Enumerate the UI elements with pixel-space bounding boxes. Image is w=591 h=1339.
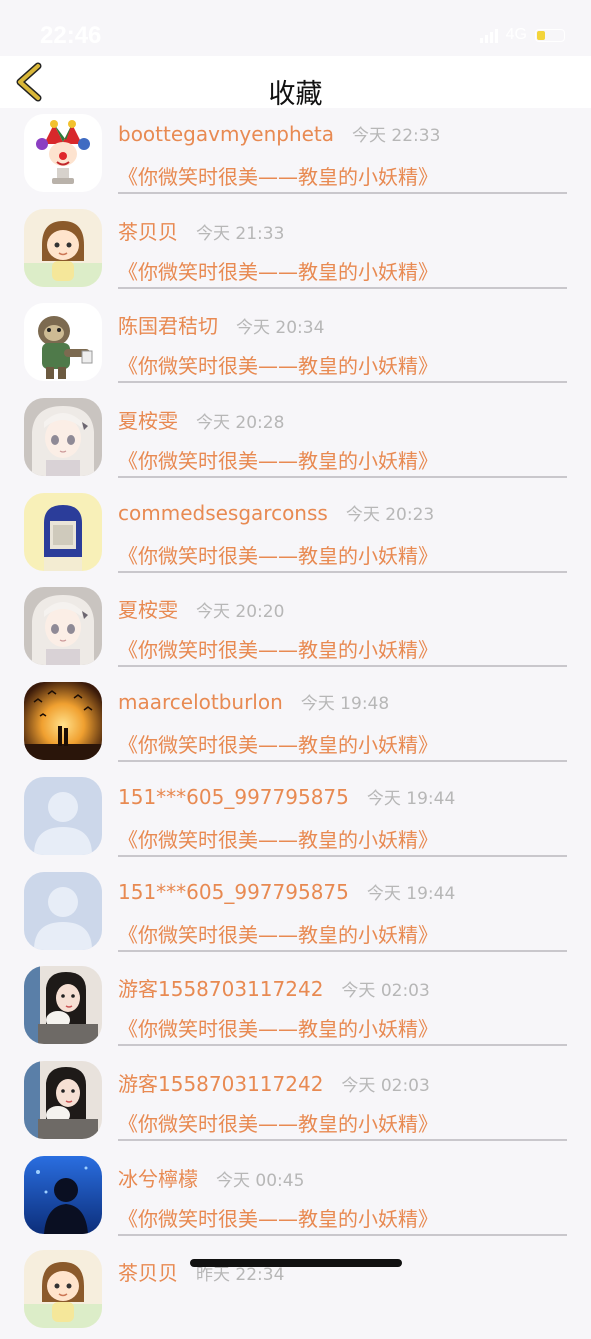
list-item[interactable]: 游客1558703117242 今天 02:03 《你微笑时很美——教皇的小妖精》 bbox=[0, 1055, 591, 1150]
avatar[interactable] bbox=[24, 966, 102, 1045]
timestamp: 今天 19:44 bbox=[366, 788, 456, 809]
item-header: 夏桉雯 今天 20:28 bbox=[118, 405, 284, 434]
username[interactable]: 151***605_997795875 bbox=[118, 880, 349, 904]
avatar[interactable] bbox=[24, 871, 102, 950]
signal-icon bbox=[479, 27, 498, 43]
list-item[interactable]: maarcelotburlon 今天 19:48 《你微笑时很美——教皇的小妖精》 bbox=[0, 676, 591, 771]
username[interactable]: 游客1558703117242 bbox=[118, 973, 323, 1002]
avatar[interactable] bbox=[24, 776, 102, 855]
list-item[interactable]: 茶贝贝 今天 21:33 《你微笑时很美——教皇的小妖精》 bbox=[0, 203, 591, 298]
work-title-link[interactable]: 《你微笑时很美——教皇的小妖精》 bbox=[118, 350, 438, 379]
divider bbox=[118, 665, 567, 668]
list-item[interactable]: 夏桉雯 今天 20:28 《你微笑时很美——教皇的小妖精》 bbox=[0, 392, 591, 487]
home-indicator[interactable] bbox=[190, 1259, 402, 1267]
username[interactable]: 茶贝贝 bbox=[118, 216, 178, 245]
timestamp: 今天 21:33 bbox=[196, 223, 285, 244]
timestamp: 今天 22:33 bbox=[352, 126, 441, 146]
network-label: 4G bbox=[505, 26, 527, 43]
avatar[interactable] bbox=[24, 1060, 102, 1139]
username[interactable]: 冰兮檸檬 bbox=[118, 1163, 198, 1192]
status-time: 22:46 bbox=[40, 22, 102, 49]
username[interactable]: maarcelotburlon bbox=[118, 690, 283, 714]
list-item[interactable]: boottegavmyenpheta 今天 22:33 《你微笑时很美——教皇的小妖… bbox=[0, 108, 591, 203]
divider bbox=[118, 1044, 567, 1047]
timestamp: 今天 20:28 bbox=[196, 413, 285, 434]
divider bbox=[118, 760, 567, 763]
avatar[interactable] bbox=[24, 208, 102, 287]
divider bbox=[118, 192, 567, 194]
item-header: 游客1558703117242 今天 02:03 bbox=[118, 973, 430, 1002]
work-title-link[interactable]: 《你微笑时很美——教皇的小妖精》 bbox=[118, 634, 438, 663]
favorites-list: boottegavmyenpheta 今天 22:33 《你微笑时很美——教皇的小妖… bbox=[0, 108, 591, 1339]
item-header: 151***605_997795875 今天 19:44 bbox=[118, 879, 455, 904]
timestamp: 今天 02:03 bbox=[341, 1075, 430, 1096]
divider bbox=[118, 1138, 567, 1141]
timestamp: 今天 20:20 bbox=[196, 602, 285, 623]
work-title-link[interactable]: 《你微笑时很美——教皇的小妖精》 bbox=[118, 445, 438, 474]
avatar[interactable] bbox=[24, 587, 102, 666]
item-header: 茶贝贝 今天 21:33 bbox=[118, 216, 284, 245]
work-title-link[interactable]: 《你微笑时很美——教皇的小妖精》 bbox=[118, 729, 438, 758]
divider bbox=[118, 854, 567, 857]
page-title: 收藏 bbox=[268, 79, 323, 110]
avatar[interactable] bbox=[24, 1155, 102, 1234]
username[interactable]: commedsesgarconss bbox=[118, 501, 328, 525]
work-title-link[interactable]: 《你微笑时很美——教皇的小妖精》 bbox=[118, 1013, 438, 1042]
username[interactable]: 夏桉雯 bbox=[118, 405, 178, 434]
work-title-link[interactable]: 《你微笑时很美——教皇的小妖精》 bbox=[118, 1203, 438, 1232]
item-header: 冰兮檸檬 今天 00:45 bbox=[118, 1163, 304, 1192]
timestamp: 今天 19:48 bbox=[300, 694, 390, 715]
item-header: 陈国君秸切 今天 20:34 bbox=[118, 310, 324, 339]
avatar[interactable] bbox=[24, 114, 102, 192]
divider bbox=[118, 1233, 567, 1236]
divider bbox=[118, 570, 567, 573]
divider bbox=[118, 476, 567, 479]
avatar[interactable] bbox=[24, 398, 102, 477]
avatar[interactable] bbox=[24, 1250, 102, 1329]
avatar[interactable] bbox=[24, 492, 102, 571]
avatar[interactable] bbox=[24, 682, 102, 761]
timestamp: 今天 02:03 bbox=[341, 981, 430, 1002]
list-item[interactable]: 151***605_997795875 今天 19:44 《你微笑时很美——教皇的小… bbox=[0, 866, 591, 961]
work-title-link[interactable]: 《你微笑时很美——教皇的小妖精》 bbox=[118, 161, 438, 190]
divider bbox=[118, 949, 567, 952]
item-header: 游客1558703117242 今天 02:03 bbox=[118, 1068, 430, 1097]
divider bbox=[118, 286, 567, 289]
work-title-link[interactable]: 《你微笑时很美——教皇的小妖精》 bbox=[118, 540, 438, 569]
list-item[interactable]: 151***605_997795875 今天 19:44 《你微笑时很美——教皇的小… bbox=[0, 771, 591, 866]
status-indicators: 4G bbox=[479, 26, 565, 44]
username[interactable]: 151***605_997795875 bbox=[118, 785, 349, 809]
username[interactable]: 夏桉雯 bbox=[118, 594, 178, 623]
timestamp: 今天 20:34 bbox=[236, 318, 325, 339]
username[interactable]: 陈国君秸切 bbox=[118, 310, 218, 339]
list-item[interactable]: 陈国君秸切 今天 20:34 《你微笑时很美——教皇的小妖精》 bbox=[0, 297, 591, 392]
timestamp: 今天 20:23 bbox=[345, 504, 435, 525]
nav-bar: 收藏 bbox=[0, 56, 591, 110]
list-item[interactable]: 冰兮檸檬 今天 00:45 《你微笑时很美——教皇的小妖精》 bbox=[0, 1150, 591, 1245]
item-header: 151***605_997795875 今天 19:44 bbox=[118, 784, 455, 809]
username[interactable]: 茶贝贝 bbox=[118, 1257, 178, 1286]
item-header: maarcelotburlon 今天 19:48 bbox=[118, 689, 389, 714]
work-title-link[interactable]: 《你微笑时很美——教皇的小妖精》 bbox=[118, 919, 438, 948]
divider bbox=[118, 381, 567, 384]
battery-icon bbox=[535, 28, 565, 42]
item-header: boottegavmyenpheta 今天 22:33 bbox=[118, 121, 440, 146]
status-bar: 22:46 4G bbox=[0, 0, 591, 56]
work-title-link[interactable]: 《你微笑时很美——教皇的小妖精》 bbox=[118, 824, 438, 853]
avatar[interactable] bbox=[24, 303, 102, 382]
username[interactable]: boottegavmyenpheta bbox=[118, 122, 334, 146]
list-item[interactable]: 夏桉雯 今天 20:20 《你微笑时很美——教皇的小妖精》 bbox=[0, 581, 591, 676]
list-item[interactable]: commedsesgarconss 今天 20:23 《你微笑时很美——教皇的小妖精… bbox=[0, 487, 591, 582]
item-header: commedsesgarconss 今天 20:23 bbox=[118, 500, 434, 525]
item-header: 夏桉雯 今天 20:20 bbox=[118, 594, 284, 623]
timestamp: 今天 00:45 bbox=[216, 1170, 305, 1191]
timestamp: 今天 19:44 bbox=[366, 883, 456, 904]
username[interactable]: 游客1558703117242 bbox=[118, 1068, 323, 1097]
work-title-link[interactable]: 《你微笑时很美——教皇的小妖精》 bbox=[118, 1108, 438, 1137]
list-item[interactable]: 游客1558703117242 今天 02:03 《你微笑时很美——教皇的小妖精》 bbox=[0, 960, 591, 1055]
work-title-link[interactable]: 《你微笑时很美——教皇的小妖精》 bbox=[118, 256, 438, 285]
